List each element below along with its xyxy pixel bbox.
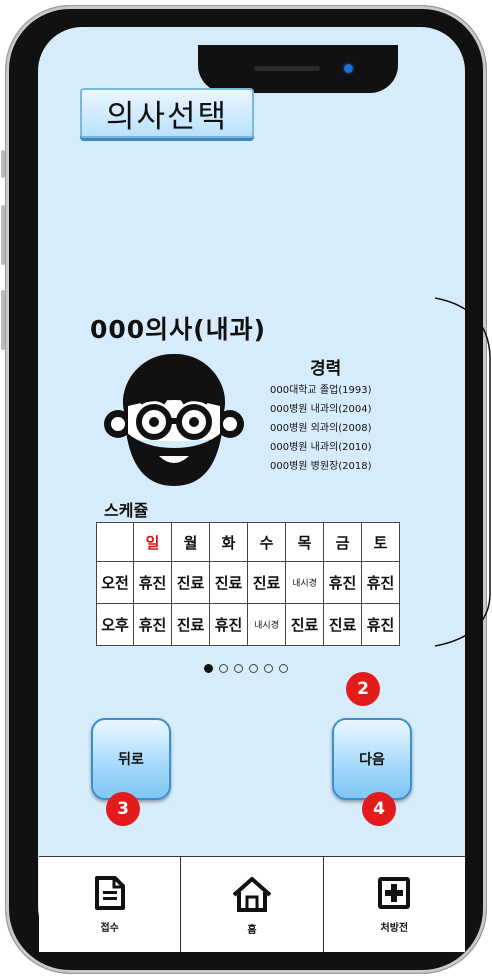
tab-label: 접수 [100,923,119,934]
step-badge: 4 [362,792,396,826]
career-list: 000대학교 졸업(1993) 000병원 내과의(2004) 000병원 외과… [270,381,372,476]
day-header: 화 [209,522,248,562]
document-icon [94,876,125,910]
phone-screen [38,27,465,951]
pagination-dots [204,664,288,673]
day-header: 토 [361,522,400,562]
notch [198,45,398,93]
side-button [1,205,5,265]
career-item: 000병원 내과의(2004) [270,404,372,415]
schedule-cell: 진료 [209,561,248,604]
side-button [1,150,5,178]
day-header: 월 [171,522,210,562]
plus-box-icon [378,877,411,909]
schedule-cell: 진료 [171,561,210,604]
career-item: 000병원 내과의(2010) [270,442,372,453]
swipe-indicator-arc [434,297,491,647]
page-title: 의사선택 [80,88,254,138]
day-header: 금 [323,522,362,562]
speaker [254,66,320,71]
next-button[interactable]: 다음 [332,718,412,800]
page-dot[interactable] [249,664,258,673]
phone-frame [0,0,492,979]
row-label: 오전 [96,561,134,604]
tab-home[interactable]: 홈 [180,857,322,952]
step-badge: 3 [106,792,140,826]
schedule-cell: 휴진 [133,603,172,646]
home-icon [232,877,272,912]
schedule-cell: 휴진 [209,603,248,646]
row-label: 오후 [96,603,134,646]
schedule-row-morning: 오전 휴진 진료 진료 진료 내시경 휴진 휴진 [96,561,400,604]
day-header: 목 [285,522,324,562]
step-badge: 2 [346,672,380,706]
schedule-cell: 휴진 [361,561,400,604]
back-button[interactable]: 뒤로 [91,718,171,800]
page-dot[interactable] [219,664,228,673]
schedule-cell: 휴진 [133,561,172,604]
schedule-cell: 진료 [323,603,362,646]
tab-reception[interactable]: 접수 [39,857,180,952]
tab-label: 처방전 [380,923,409,934]
career-item: 000대학교 졸업(1993) [270,385,372,396]
doctor-avatar-icon [104,353,244,486]
schedule-row-afternoon: 오후 휴진 진료 휴진 내시경 진료 진료 휴진 [96,603,400,646]
bottom-tab-bar: 접수 홈 처방전 [39,856,465,952]
doctor-name: 000의사(내과) [90,315,267,344]
page-dot[interactable] [234,664,243,673]
schedule-cell: 내시경 [247,603,286,646]
camera [344,64,353,73]
schedule-table: 일 월 화 수 목 금 토 오전 휴진 진료 진료 진료 내시경 휴진 휴진 오… [96,522,400,646]
career-item: 000병원 병원장(2018) [270,461,372,472]
day-header: 일 [133,522,172,562]
tab-label: 홈 [247,925,257,936]
schedule-header-row: 일 월 화 수 목 금 토 [96,522,400,562]
schedule-corner-cell [96,522,134,562]
schedule-cell: 진료 [171,603,210,646]
schedule-title: 스케쥴 [104,501,149,520]
side-button [1,290,5,350]
schedule-cell: 진료 [247,561,286,604]
day-header: 수 [247,522,286,562]
page-dot[interactable] [264,664,273,673]
schedule-cell: 휴진 [361,603,400,646]
schedule-cell: 진료 [285,603,324,646]
schedule-cell: 내시경 [285,561,324,604]
page-dot[interactable] [279,664,288,673]
tab-prescription[interactable]: 처방전 [322,857,465,952]
page-dot[interactable] [204,664,213,673]
career-title: 경력 [310,359,342,379]
schedule-cell: 휴진 [323,561,362,604]
career-item: 000병원 외과의(2008) [270,423,372,434]
